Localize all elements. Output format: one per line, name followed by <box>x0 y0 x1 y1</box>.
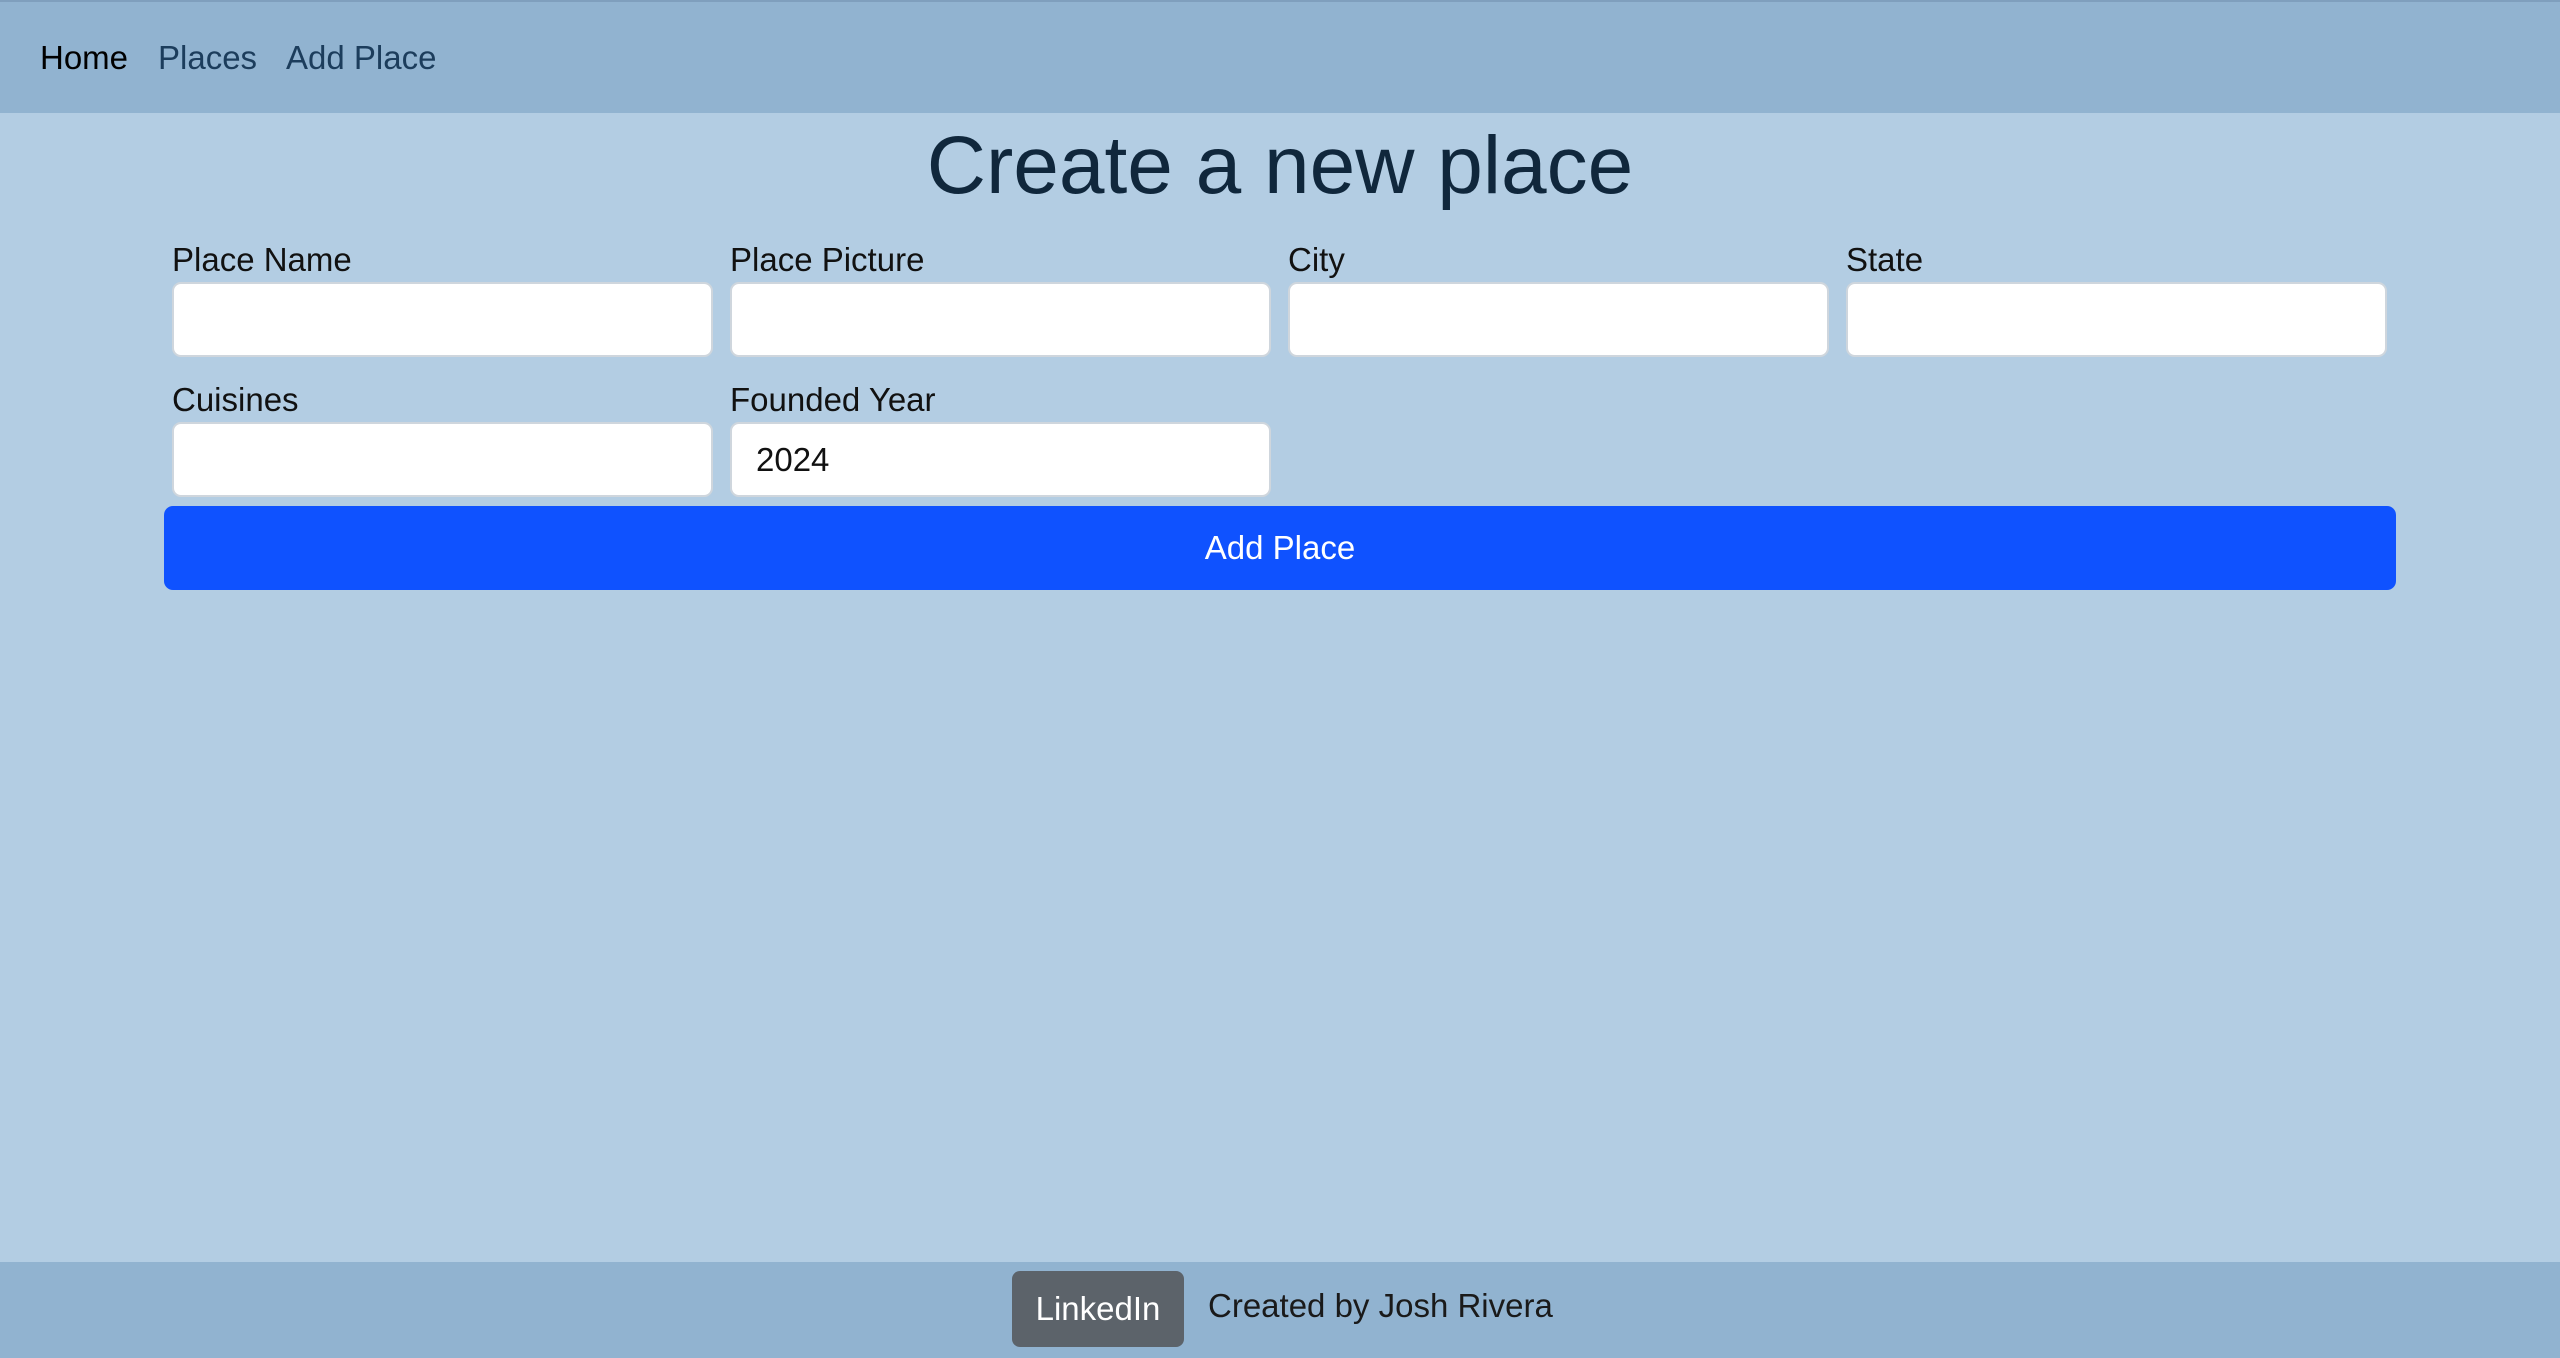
place-name-input[interactable] <box>172 282 713 357</box>
place-picture-label: Place Picture <box>730 241 925 278</box>
nav-link-add-place[interactable]: Add Place <box>286 38 436 78</box>
add-place-submit-button[interactable]: Add Place <box>164 506 2396 590</box>
city-input[interactable] <box>1288 282 1829 357</box>
page-title: Create a new place <box>926 120 1634 211</box>
state-label: State <box>1846 241 1924 278</box>
navbar: Home Places Add Place <box>0 0 2560 113</box>
nav-link-places[interactable]: Places <box>158 38 257 78</box>
cuisines-input[interactable] <box>172 422 713 497</box>
cuisines-label: Cuisines <box>172 381 299 418</box>
city-label: City <box>1288 241 1345 278</box>
place-name-label: Place Name <box>172 241 352 278</box>
linkedin-button[interactable]: LinkedIn <box>1012 1271 1184 1347</box>
state-input[interactable] <box>1846 282 2387 357</box>
place-picture-input[interactable] <box>730 282 1271 357</box>
founded-year-input[interactable] <box>730 422 1271 497</box>
nav-link-home[interactable]: Home <box>40 38 128 78</box>
founded-year-label: Founded Year <box>730 381 936 418</box>
footer: LinkedIn Created by Josh Rivera <box>0 1262 2560 1358</box>
footer-credit: Created by Josh Rivera <box>1208 1287 1553 1324</box>
